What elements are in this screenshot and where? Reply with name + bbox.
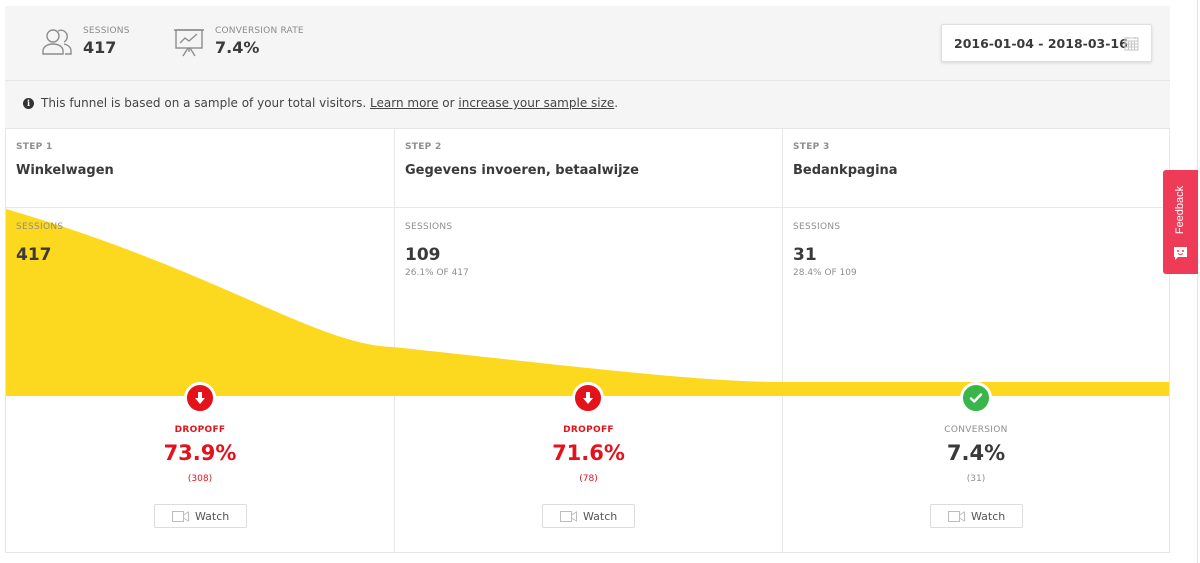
dropoff-label: DROPOFF	[174, 425, 226, 435]
window-edge-divider	[1197, 0, 1198, 563]
funnel-step-1: STEP 1 Winkelwagen SESSIONS 417 DROPOFF …	[6, 129, 394, 552]
sessions-label: SESSIONS	[16, 222, 64, 232]
date-range-value: 2016-01-04 - 2018-03-16	[954, 36, 1128, 51]
conversion-rate-label: CONVERSION RATE	[215, 26, 304, 36]
dropoff-percent: 71.6%	[552, 441, 625, 465]
dropoff-badge	[572, 382, 604, 414]
video-camera-icon	[172, 511, 189, 522]
funnel-step-2: STEP 2 Gegevens invoeren, betaalwijze SE…	[394, 129, 782, 552]
increase-sample-size-link[interactable]: increase your sample size	[458, 96, 614, 110]
conversion-rate-value: 7.4%	[215, 38, 260, 57]
users-icon	[42, 29, 72, 55]
calendar-icon	[1124, 37, 1139, 51]
sessions-count: 31	[793, 245, 817, 265]
dropoff-count: (308)	[187, 474, 213, 484]
feedback-label: Feedback	[1174, 185, 1186, 235]
watch-button[interactable]: Watch	[930, 504, 1023, 528]
conversion-percent: 7.4%	[946, 441, 1006, 465]
sessions-label: SESSIONS	[83, 26, 130, 36]
conversion-count: (31)	[966, 474, 986, 484]
step-header: STEP 2 Gegevens invoeren, betaalwijze	[395, 129, 782, 208]
notice-text-middle: or	[438, 96, 459, 110]
step-name: Gegevens invoeren, betaalwijze	[405, 163, 639, 178]
sessions-label: SESSIONS	[405, 222, 453, 232]
conversion-badge	[960, 382, 992, 414]
arrow-down-icon	[195, 392, 205, 404]
summary-bar: SESSIONS 417 CONVERSION RATE 7.4% 2016-0…	[5, 6, 1170, 81]
feedback-tab[interactable]: Feedback	[1163, 170, 1198, 274]
sample-notice: i This funnel is based on a sample of yo…	[5, 82, 1170, 128]
notice-text: This funnel is based on a sample of your…	[41, 96, 618, 110]
sessions-count: 417	[16, 245, 52, 265]
watch-label: Watch	[583, 510, 618, 523]
funnel-panel: SESSIONS 417 CONVERSION RATE 7.4% 2016-0…	[5, 6, 1170, 553]
video-camera-icon	[948, 511, 965, 522]
info-icon: i	[23, 98, 34, 109]
checkmark-icon	[969, 393, 983, 403]
dropoff-badge	[184, 382, 216, 414]
sessions-percent-of-previous: 26.1% OF 417	[405, 268, 469, 278]
step-header: STEP 3 Bedankpagina	[783, 129, 1169, 208]
smiley-chat-icon	[1174, 247, 1187, 260]
step-header: STEP 1 Winkelwagen	[6, 129, 394, 208]
learn-more-link[interactable]: Learn more	[370, 96, 438, 110]
sessions-percent-of-previous: 28.4% OF 109	[793, 268, 857, 278]
sessions-label: SESSIONS	[793, 222, 841, 232]
dropoff-percent: 73.9%	[163, 441, 237, 465]
step-name: Winkelwagen	[16, 163, 114, 178]
funnel-step-3: STEP 3 Bedankpagina SESSIONS 31 28.4% OF…	[782, 129, 1169, 552]
date-range-picker[interactable]: 2016-01-04 - 2018-03-16	[941, 24, 1152, 62]
video-camera-icon	[560, 511, 577, 522]
watch-button[interactable]: Watch	[542, 504, 635, 528]
step-number: STEP 2	[405, 142, 442, 152]
sessions-value: 417	[83, 38, 117, 57]
notice-text-end: .	[614, 96, 619, 110]
step-number: STEP 1	[16, 142, 53, 152]
sessions-count: 109	[405, 245, 441, 265]
dropoff-label: DROPOFF	[563, 425, 614, 435]
watch-label: Watch	[971, 510, 1006, 523]
dropoff-count: (78)	[579, 474, 598, 484]
funnel-card: STEP 1 Winkelwagen SESSIONS 417 DROPOFF …	[5, 128, 1170, 553]
notice-text-start: This funnel is based on a sample of your…	[41, 96, 371, 110]
step-number: STEP 3	[793, 142, 830, 152]
watch-label: Watch	[195, 510, 230, 523]
conversion-label: CONVERSION	[944, 425, 1008, 435]
arrow-down-icon	[583, 392, 593, 404]
step-name: Bedankpagina	[793, 163, 898, 178]
presentation-chart-icon	[174, 29, 204, 57]
watch-button[interactable]: Watch	[154, 504, 247, 528]
